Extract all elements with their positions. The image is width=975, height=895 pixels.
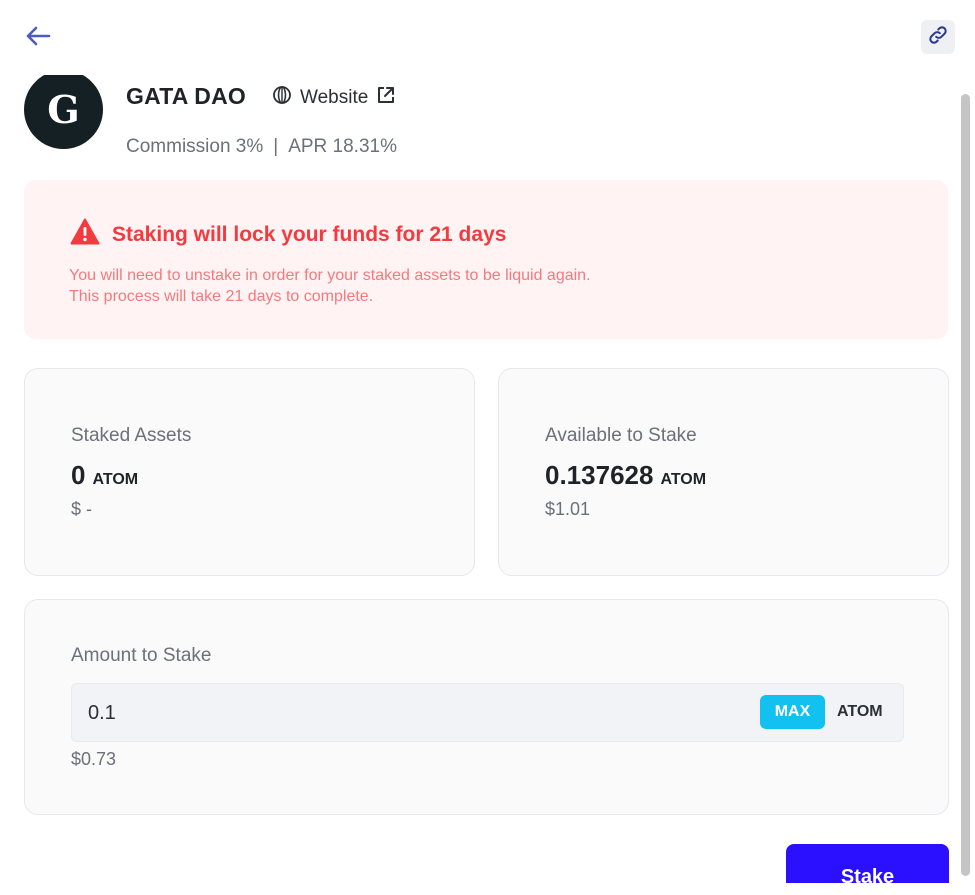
external-link-icon bbox=[376, 85, 396, 111]
amount-usd: $0.73 bbox=[71, 749, 117, 769]
warning-triangle-icon bbox=[70, 218, 100, 251]
link-icon bbox=[927, 24, 949, 51]
available-value: 0.137628 ATOM bbox=[545, 460, 706, 491]
available-to-stake-card: Available to Stake 0.137628 ATOM $1.01 bbox=[498, 368, 949, 576]
top-bar bbox=[0, 0, 975, 75]
amount-input[interactable] bbox=[88, 698, 688, 728]
meta-separator: | bbox=[273, 136, 279, 157]
apr-text: APR 18.31% bbox=[288, 136, 397, 157]
available-unit: ATOM bbox=[660, 471, 707, 488]
max-button[interactable]: MAX bbox=[760, 695, 825, 729]
warning-title: Staking will lock your funds for 21 days bbox=[112, 222, 507, 246]
website-link[interactable]: Website bbox=[272, 85, 396, 111]
validator-meta: Commission 3% | APR 18.31% bbox=[126, 136, 397, 158]
warning-line-2: This process will take 21 days to comple… bbox=[69, 288, 374, 305]
commission-text: Commission 3% bbox=[126, 136, 264, 157]
staked-assets-label: Staked Assets bbox=[71, 425, 192, 446]
avatar-letter: G bbox=[47, 87, 80, 132]
back-button[interactable] bbox=[22, 22, 54, 54]
amount-to-stake-card: Amount to Stake MAX ATOM $0.73 bbox=[24, 599, 949, 815]
amount-to-stake-label: Amount to Stake bbox=[71, 645, 212, 666]
stake-button[interactable]: Stake bbox=[786, 844, 949, 883]
scrollbar-thumb[interactable] bbox=[961, 94, 970, 876]
amount-input-box: MAX ATOM bbox=[71, 683, 904, 742]
staked-unit: ATOM bbox=[92, 471, 139, 488]
arrow-left-icon bbox=[25, 25, 51, 52]
validator-avatar: G bbox=[24, 75, 103, 149]
available-usd: $1.01 bbox=[545, 499, 591, 519]
staked-assets-card: Staked Assets 0 ATOM $ - bbox=[24, 368, 475, 576]
lock-warning-banner: Staking will lock your funds for 21 days… bbox=[24, 180, 948, 339]
warning-body: You will need to unstake in order for yo… bbox=[69, 265, 591, 307]
website-label: Website bbox=[300, 87, 369, 108]
staked-usd: $ - bbox=[71, 499, 93, 519]
validator-header: G GATA DAO Website Commission 3% | APR 1… bbox=[24, 75, 924, 160]
globe-icon bbox=[272, 85, 292, 111]
staked-assets-value: 0 ATOM bbox=[71, 460, 138, 491]
bottom-edge bbox=[0, 883, 975, 895]
amount-unit: ATOM bbox=[837, 703, 883, 720]
staked-amount: 0 bbox=[71, 460, 86, 490]
warning-line-1: You will need to unstake in order for yo… bbox=[69, 267, 591, 284]
warning-title-row: Staking will lock your funds for 21 days bbox=[70, 218, 506, 251]
available-amount: 0.137628 bbox=[545, 460, 654, 490]
validator-name: GATA DAO bbox=[126, 83, 246, 109]
copy-link-button[interactable] bbox=[921, 20, 955, 54]
available-label: Available to Stake bbox=[545, 425, 697, 446]
stake-form-scroll-area[interactable]: G GATA DAO Website Commission 3% | APR 1… bbox=[0, 75, 960, 883]
